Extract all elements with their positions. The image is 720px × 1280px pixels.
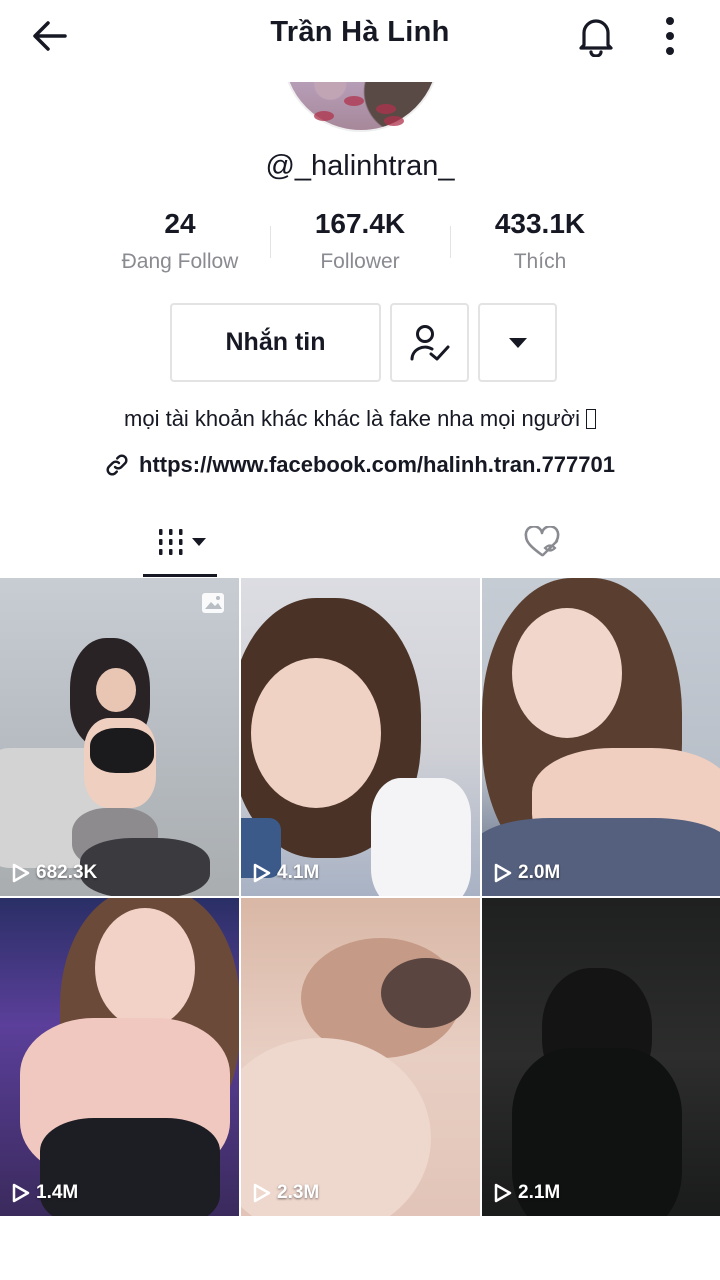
likes-stat[interactable]: 433.1K Thích (450, 208, 630, 274)
video-tile-1[interactable]: 682.3K (0, 578, 239, 896)
bio-link-text: https://www.facebook.com/halinh.tran.777… (139, 452, 615, 477)
play-icon (253, 1183, 271, 1203)
video-tile-3[interactable]: 2.0M (482, 578, 720, 896)
view-count: 2.1M (494, 1182, 560, 1204)
likes-label: Thích (513, 250, 567, 273)
view-count-text: 4.1M (277, 862, 320, 883)
view-count: 2.0M (494, 862, 560, 884)
heart-hidden-icon (524, 526, 560, 557)
view-count: 682.3K (12, 862, 97, 884)
play-icon (12, 1183, 30, 1203)
following-stat[interactable]: 24 Đang Follow (90, 208, 270, 274)
tab-videos[interactable] (144, 512, 218, 572)
likes-count: 433.1K (494, 208, 586, 239)
play-icon (494, 1183, 512, 1203)
friends-button[interactable] (390, 303, 469, 382)
video-tile-4[interactable]: 1.4M (0, 898, 239, 1216)
followers-stat[interactable]: 167.4K Follower (270, 208, 450, 274)
bell-icon (579, 19, 613, 57)
video-tile-5[interactable]: 2.3M (241, 898, 480, 1216)
username: @_halinhtran_ (265, 150, 455, 182)
followers-count: 167.4K (314, 208, 406, 239)
notifications-button[interactable] (570, 10, 622, 62)
view-count-text: 682.3K (36, 862, 98, 883)
view-count-text: 1.4M (36, 1182, 79, 1203)
view-count: 4.1M (253, 862, 319, 884)
tab-liked[interactable] (512, 512, 572, 572)
more-options-button[interactable] (650, 10, 690, 62)
more-vertical-icon (666, 17, 674, 55)
play-icon (253, 863, 271, 883)
followers-label: Follower (320, 250, 400, 273)
video-tile-6[interactable]: 2.1M (482, 898, 720, 1216)
suggestions-dropdown-button[interactable] (478, 303, 557, 382)
play-icon (12, 863, 30, 883)
link-icon (106, 454, 128, 476)
view-count: 1.4M (12, 1182, 78, 1204)
grid-icon (159, 529, 183, 555)
avatar-image (282, 82, 440, 132)
user-check-icon (410, 324, 449, 360)
tab-indicator (143, 574, 217, 577)
video-tile-2[interactable]: 4.1M (241, 578, 480, 896)
view-count-text: 2.3M (277, 1182, 320, 1203)
unsupported-glyph (585, 409, 596, 429)
photo-icon (202, 593, 224, 613)
view-count-text: 2.0M (518, 862, 561, 883)
top-bar: Trần Hà Linh (0, 0, 720, 80)
view-count: 2.3M (253, 1182, 319, 1204)
message-button[interactable]: Nhắn tin (170, 303, 381, 382)
following-label: Đang Follow (121, 250, 239, 273)
view-count-text: 2.1M (518, 1182, 561, 1203)
avatar[interactable] (282, 82, 440, 132)
bio: mọi tài khoản khác khác là fake nha mọi … (0, 406, 720, 432)
play-icon (494, 863, 512, 883)
bio-text: mọi tài khoản khác khác là fake nha mọi … (124, 406, 580, 431)
following-count: 24 (164, 208, 196, 239)
caret-down-icon (508, 337, 527, 348)
bio-link[interactable]: https://www.facebook.com/halinh.tran.777… (0, 452, 720, 478)
caret-down-icon (192, 538, 206, 546)
